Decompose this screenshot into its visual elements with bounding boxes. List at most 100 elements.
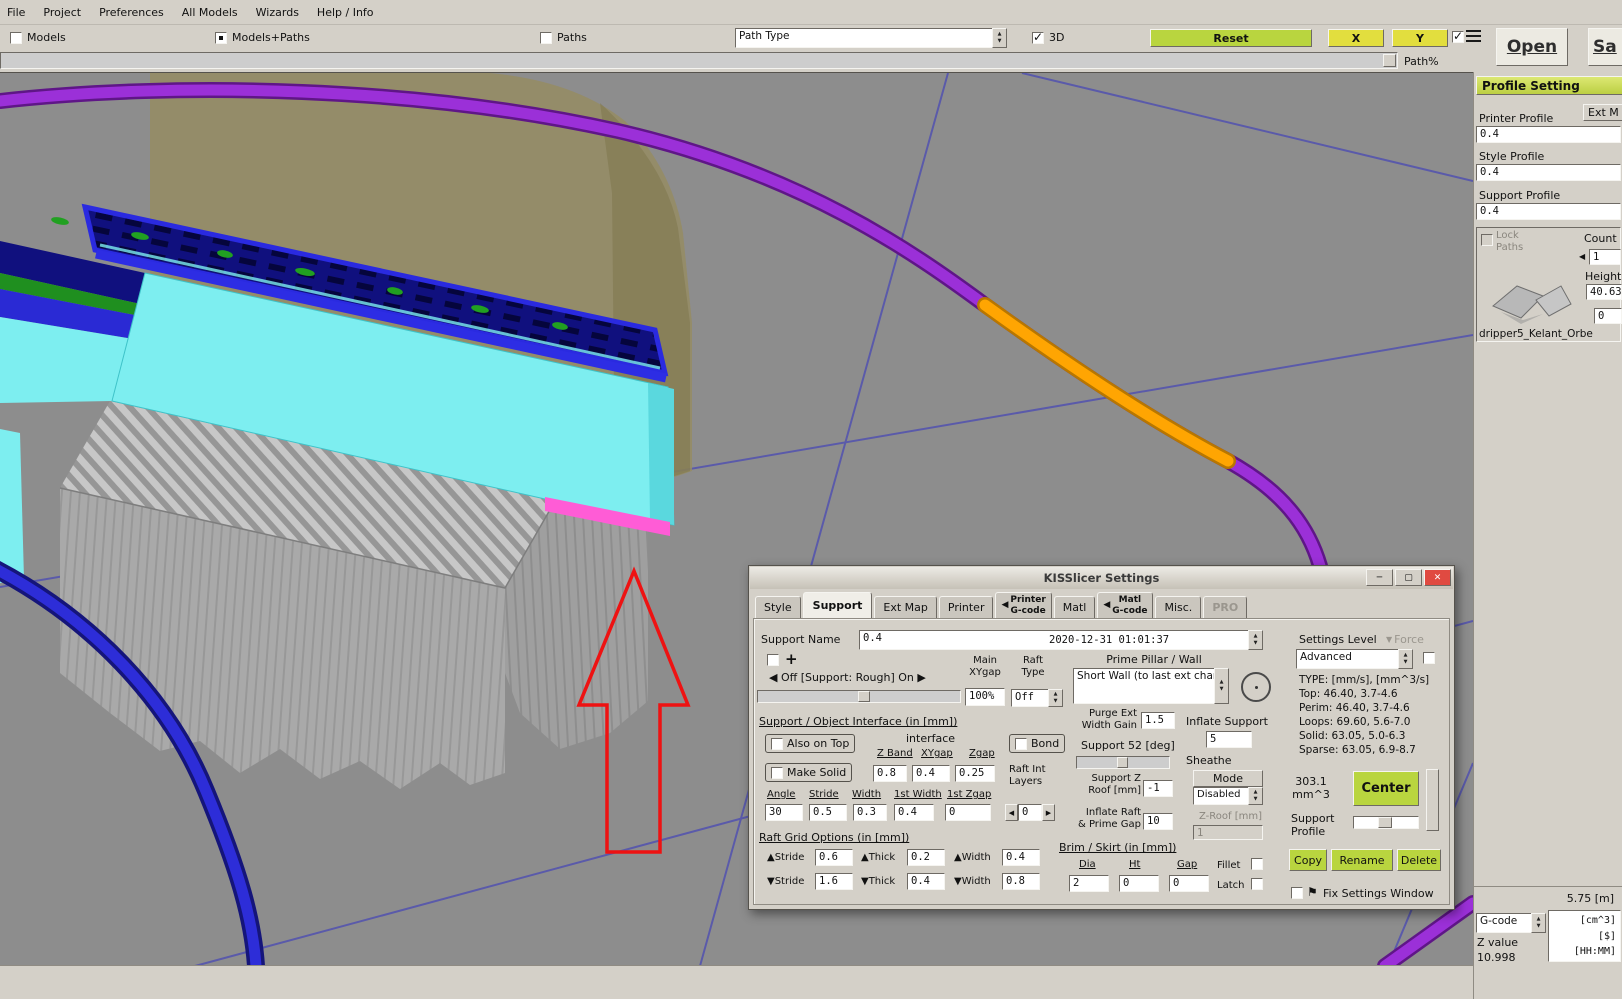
fix-settings-checkbox[interactable]: [1291, 887, 1303, 899]
ext-map-button[interactable]: Ext M: [1583, 104, 1622, 121]
raft-layers-field[interactable]: 0: [1018, 804, 1042, 821]
height-field[interactable]: 40.63: [1586, 284, 1622, 300]
sheathe-spinner-icon[interactable]: ▲▼: [1248, 787, 1263, 805]
support-z-roof-field[interactable]: -1: [1143, 780, 1173, 797]
lock-paths-checkbox[interactable]: [1481, 234, 1493, 246]
support-profile-field[interactable]: 0.4: [1476, 203, 1621, 220]
copy-button[interactable]: Copy: [1289, 849, 1327, 871]
tab-pro[interactable]: PRO: [1203, 596, 1247, 619]
raft-layers-increment-icon[interactable]: ▶: [1042, 804, 1055, 821]
latch-checkbox[interactable]: [1251, 878, 1263, 890]
support-name-spinner-icon[interactable]: ▲▼: [1248, 630, 1263, 650]
menu-all-models[interactable]: All Models: [175, 1, 249, 24]
support-density-thumb[interactable]: [858, 691, 870, 702]
also-on-top-option[interactable]: Also on Top: [765, 734, 855, 753]
support-angle-thumb[interactable]: [1117, 757, 1128, 768]
rename-button[interactable]: Rename: [1331, 849, 1393, 871]
raft-layers-stepper[interactable]: ◀ 0 ▶: [1005, 804, 1055, 821]
brim-dia-field[interactable]: 2: [1069, 875, 1109, 892]
gcode-spinner-icon[interactable]: ▲▼: [1531, 913, 1546, 933]
gcode-dropdown[interactable]: G-code ▲▼: [1476, 913, 1546, 933]
support-angle-slider[interactable]: [1076, 756, 1170, 769]
settings-level-checkbox[interactable]: [1423, 652, 1435, 664]
count-left-arrow-icon[interactable]: ◀: [1579, 252, 1585, 261]
paths-visibility-checkbox[interactable]: [1452, 31, 1464, 43]
tab-matl-gcode[interactable]: ◀ Matl G-code: [1097, 592, 1153, 619]
settings-level-spinner-icon[interactable]: ▲▼: [1398, 649, 1413, 669]
width-field[interactable]: 0.3: [853, 804, 887, 821]
zgap-field[interactable]: 0.25: [955, 765, 995, 782]
raft-top-stride-field[interactable]: 0.6: [815, 849, 853, 866]
inflate-raft-field[interactable]: 10: [1143, 813, 1173, 830]
center-button[interactable]: Center: [1353, 771, 1419, 806]
maximize-button[interactable]: ▢: [1395, 569, 1422, 586]
support-density-slider[interactable]: [757, 690, 961, 703]
tab-style[interactable]: Style: [755, 596, 801, 619]
menu-wizards[interactable]: Wizards: [249, 1, 310, 24]
tab-misc[interactable]: Misc.: [1155, 596, 1201, 619]
inflate-support-field[interactable]: 5: [1206, 731, 1252, 748]
count-field[interactable]: 1: [1589, 249, 1621, 265]
menu-preferences[interactable]: Preferences: [92, 1, 175, 24]
path-type-spinner-icon[interactable]: ▲▼: [992, 28, 1007, 48]
aux-field[interactable]: 0: [1594, 308, 1622, 324]
raft-bottom-thick-field[interactable]: 0.4: [907, 873, 945, 890]
z-band-field[interactable]: 0.8: [873, 765, 907, 782]
profile-slider-thumb[interactable]: [1378, 817, 1392, 828]
settings-level-dropdown[interactable]: Advanced ▲▼: [1296, 649, 1413, 669]
profile-settings-header[interactable]: Profile Setting: [1476, 76, 1622, 95]
checkbox-3d[interactable]: 3D: [1032, 31, 1064, 44]
raft-type-spinner-icon[interactable]: ▲▼: [1048, 689, 1063, 707]
raft-layers-decrement-icon[interactable]: ◀: [1005, 804, 1018, 821]
plus-icon[interactable]: +: [785, 650, 798, 668]
tab-printer-gcode[interactable]: ◀ Printer G-code: [995, 592, 1051, 619]
angle-field[interactable]: 30: [765, 804, 803, 821]
path-percent-thumb[interactable]: [1383, 54, 1396, 67]
bond-checkbox[interactable]: [1015, 738, 1027, 750]
radio-models-paths-box[interactable]: [215, 32, 227, 44]
path-percent-scrollbar[interactable]: [0, 52, 1398, 69]
save-button[interactable]: Sa: [1588, 28, 1622, 66]
close-button[interactable]: ✕: [1424, 569, 1451, 586]
bond-option[interactable]: Bond: [1009, 734, 1065, 753]
main-xygap-field[interactable]: 100%: [965, 688, 1005, 706]
tab-support[interactable]: Support: [803, 592, 873, 619]
x-button[interactable]: X: [1328, 29, 1384, 47]
first-zgap-field[interactable]: 0: [945, 804, 991, 821]
tab-printer[interactable]: Printer: [939, 596, 994, 619]
radio-models-paths[interactable]: Models+Paths: [215, 31, 310, 44]
radio-models[interactable]: Models: [10, 31, 66, 44]
menu-project[interactable]: Project: [36, 1, 92, 24]
sheathe-mode-dropdown[interactable]: Disabled ▲▼: [1193, 787, 1263, 805]
radio-paths-box[interactable]: [540, 32, 552, 44]
raft-bottom-stride-field[interactable]: 1.6: [815, 873, 853, 890]
sheathe-mode-button[interactable]: Mode: [1193, 770, 1263, 787]
brim-ht-field[interactable]: 0: [1119, 875, 1159, 892]
checkbox-3d-box[interactable]: [1032, 32, 1044, 44]
minimize-button[interactable]: ─: [1366, 569, 1393, 586]
menu-help-info[interactable]: Help / Info: [310, 1, 385, 24]
raft-top-thick-field[interactable]: 0.2: [907, 849, 945, 866]
fillet-checkbox[interactable]: [1251, 858, 1263, 870]
prime-pillar-spinner-icon[interactable]: ▲▼: [1214, 668, 1229, 704]
purge-ext-field[interactable]: 1.5: [1141, 712, 1175, 729]
tab-ext-map[interactable]: Ext Map: [874, 596, 936, 619]
settings-window[interactable]: KISSlicer Settings ─ ▢ ✕ Style Support E…: [748, 565, 1455, 910]
stride-field[interactable]: 0.5: [809, 804, 847, 821]
xygap-field[interactable]: 0.4: [912, 765, 950, 782]
raft-bottom-width-field[interactable]: 0.8: [1002, 873, 1040, 890]
first-width-field[interactable]: 0.4: [894, 804, 934, 821]
raft-top-width-field[interactable]: 0.4: [1002, 849, 1040, 866]
radio-models-box[interactable]: [10, 32, 22, 44]
printer-profile-field[interactable]: 0.4: [1476, 126, 1621, 143]
profile-slider[interactable]: [1353, 816, 1419, 829]
force-control[interactable]: ▼ Force: [1386, 633, 1424, 646]
make-solid-checkbox[interactable]: [771, 767, 783, 779]
brim-gap-field[interactable]: 0: [1169, 875, 1209, 892]
open-button[interactable]: Open: [1496, 28, 1568, 66]
profile-scrollbar[interactable]: [1426, 769, 1439, 831]
radio-paths[interactable]: Paths: [540, 31, 587, 44]
tab-matl[interactable]: Matl: [1054, 596, 1096, 619]
raft-type-dropdown[interactable]: Off ▲▼: [1011, 689, 1063, 707]
path-type-dropdown[interactable]: Path Type ▲▼: [735, 28, 1007, 48]
